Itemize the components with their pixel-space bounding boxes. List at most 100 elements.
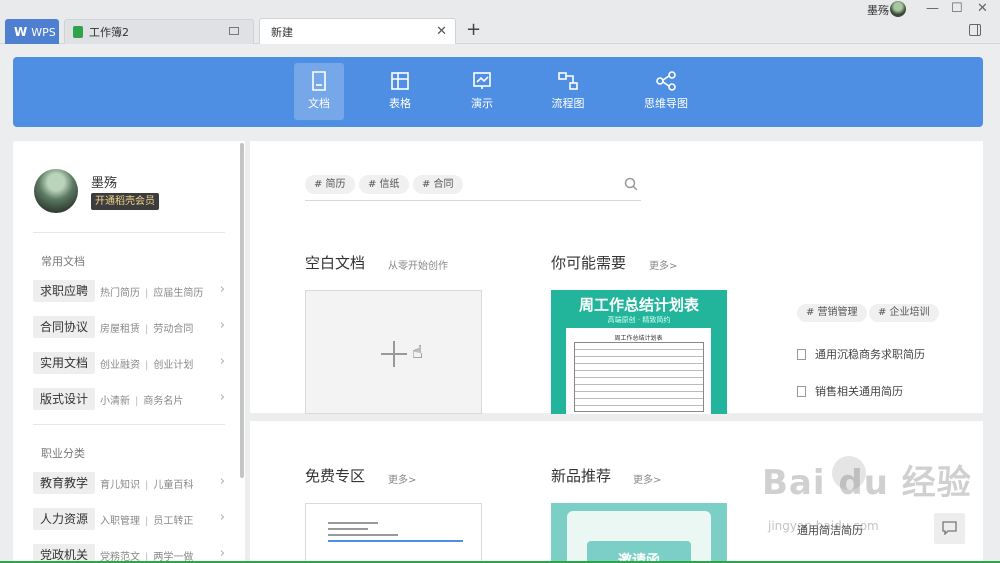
sidebar-row-education[interactable]: 教育教学 育儿知识 | 儿童百科 › [33,472,225,494]
monitor-icon[interactable] [229,27,239,35]
doc-link-label: 通用沉稳商务求职简历 [815,348,925,361]
feedback-button[interactable] [934,513,965,544]
document-icon [312,71,326,91]
blank-doc-subtitle: 从零开始创作 [388,261,448,272]
watermark-url: jingyan.baidu.com [768,519,879,533]
close-window-icon[interactable]: ✕ [977,1,988,16]
free-zone-title: 免费专区 [305,467,366,485]
close-tab-icon[interactable]: ✕ [436,24,447,39]
sidebar-link[interactable]: 应届生简历 [153,288,203,299]
sidebar-category[interactable]: 合同协议 [33,316,96,338]
doc-link[interactable]: 通用沉稳商务求职简历 [797,346,925,362]
title-bar: W WPS 工作簿2 新建 ✕ + 墨殇 — ☐ ✕ [0,0,1000,44]
category-bar: 文档 表格 演示 流程图 思维导图 [13,57,983,127]
chevron-right-icon[interactable]: › [220,474,225,489]
sidebar-link[interactable]: 热门简历 [100,288,140,299]
tab-workbook[interactable]: 工作簿2 [64,19,254,44]
invitation-text: 邀请函 [587,541,691,563]
table-icon [391,72,409,90]
sidebar-row-layout[interactable]: 版式设计 小清新 | 商务名片 › [33,388,225,410]
watermark-brand: Bai du 经验 [762,463,972,503]
category-label: 演示 [471,97,493,110]
sidebar-link[interactable]: 房屋租赁 [100,324,140,335]
sidebar-link[interactable]: 育儿知识 [100,480,140,491]
free-zone-more-link[interactable]: 更多> [388,471,416,486]
sidebar-row-practical[interactable]: 实用文档 创业融资 | 创业计划 › [33,352,225,374]
user-name[interactable]: 墨殇 [867,2,889,18]
sidebar-category[interactable]: 版式设计 [33,388,96,410]
blank-document-card[interactable] [305,290,482,414]
template-card-weekly-plan[interactable]: 周工作总结计划表 高端原创 · 精致简约 周工作总结计划表 [551,290,727,414]
template-title: 周工作总结计划表 [578,296,699,314]
category-label: 思维导图 [644,97,688,110]
maximize-icon[interactable]: ☐ [951,1,963,16]
category-flowchart[interactable]: 流程图 [542,63,594,120]
sidebar-link[interactable]: 小清新 [100,396,130,407]
sidebar-link[interactable]: 儿童百科 [153,480,193,491]
flowchart-icon [558,72,578,90]
sidebar-row-contract[interactable]: 合同协议 房屋租赁 | 劳动合同 › [33,316,225,338]
invitation-template-card[interactable]: 邀请函 [551,503,727,563]
category-document[interactable]: 文档 [294,63,344,120]
doc-link-label: 销售相关通用简历 [815,385,903,398]
tab-wps-label: WPS [31,25,56,39]
document-icon [797,385,806,397]
chevron-right-icon[interactable]: › [220,546,225,561]
recommend-tag[interactable]: # 企业培训 [869,304,939,322]
doc-link[interactable]: 销售相关通用简历 [797,383,903,399]
recommend-title: 你可能需要 [551,254,627,272]
sidebar-category[interactable]: 人力资源 [33,508,96,530]
chevron-right-icon[interactable]: › [220,510,225,525]
category-table[interactable]: 表格 [375,63,425,120]
sidebar-link[interactable]: 劳动合同 [153,324,193,335]
presentation-icon [473,72,491,89]
category-label: 表格 [389,97,411,110]
sidebar-link[interactable]: 员工转正 [153,516,193,527]
user-avatar[interactable] [890,1,906,17]
search-tag[interactable]: # 合同 [413,175,463,194]
spreadsheet-icon [73,26,83,38]
vip-button[interactable]: 开通稻壳会员 [91,193,159,210]
search-bar[interactable]: # 简历 # 信纸 # 合同 [305,175,641,201]
left-panel: 墨殇 开通稻壳会员 常用文档 求职应聘 热门简历 | 应届生简历 › 合同协议 房屋… [13,141,245,563]
section-title-career: 职业分类 [41,447,85,460]
chevron-right-icon[interactable]: › [220,390,225,405]
search-icon[interactable] [624,177,638,191]
tab-new-label: 新建 [271,25,293,39]
category-presentation[interactable]: 演示 [457,63,507,120]
sidebar-link[interactable]: 创业计划 [153,360,193,371]
tab-wps[interactable]: W WPS [5,19,59,44]
sidebar-row-job[interactable]: 求职应聘 热门简历 | 应届生简历 › [33,280,225,302]
category-label: 文档 [308,97,330,110]
sidebar-category[interactable]: 教育教学 [33,472,96,494]
chevron-right-icon[interactable]: › [220,282,225,297]
template-preview: 周工作总结计划表 [566,328,711,414]
tab-new[interactable]: 新建 ✕ [259,18,456,44]
profile-name: 墨殇 [91,176,118,191]
recommend-tag[interactable]: # 营销管理 [797,304,867,322]
sidebar-row-hr[interactable]: 人力资源 入职管理 | 员工转正 › [33,508,225,530]
free-template-card[interactable] [305,503,482,563]
recommend-more-link[interactable]: 更多> [649,257,677,272]
divider [33,424,225,425]
sidebar-toggle-icon[interactable] [969,24,981,36]
sidebar-scrollbar[interactable] [240,143,244,478]
sidebar-link[interactable]: 商务名片 [143,396,183,407]
new-products-more-link[interactable]: 更多> [633,471,661,486]
avatar[interactable] [34,169,78,213]
new-tab-button[interactable]: + [466,19,481,40]
chevron-right-icon[interactable]: › [220,318,225,333]
search-tag[interactable]: # 信纸 [359,175,409,194]
sidebar-category[interactable]: 实用文档 [33,352,96,374]
sidebar-link[interactable]: 入职管理 [100,516,140,527]
sidebar-category[interactable]: 求职应聘 [33,280,96,302]
sidebar-link[interactable]: 创业融资 [100,360,140,371]
search-tag[interactable]: # 简历 [305,175,355,194]
tab-workbook-label: 工作簿2 [89,26,129,39]
category-mindmap[interactable]: 思维导图 [639,63,693,120]
hand-cursor-icon: ☝ [412,342,423,363]
wps-logo-icon: W [14,25,28,39]
new-products-title: 新品推荐 [551,467,612,485]
chevron-right-icon[interactable]: › [220,354,225,369]
minimize-icon[interactable]: — [926,1,939,16]
